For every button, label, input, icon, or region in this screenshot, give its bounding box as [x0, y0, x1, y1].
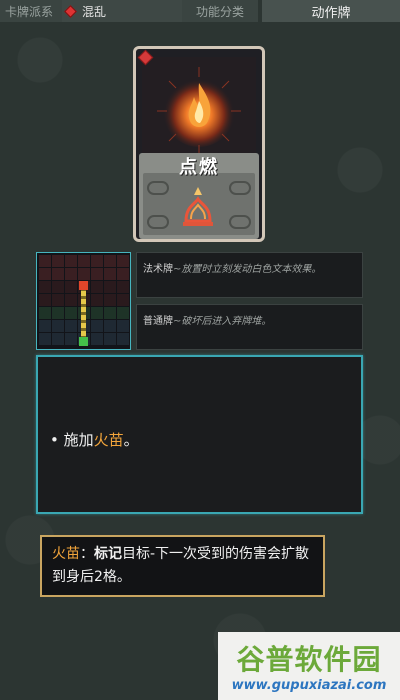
type-info-normal: 普通牌~破坏后进入弃牌堆。	[136, 304, 363, 350]
grid-cell	[117, 255, 129, 267]
grid-cell	[39, 268, 51, 280]
grid-cell	[78, 268, 90, 280]
grid-cell	[104, 320, 116, 332]
type-desc: ~破坏后进入弃牌堆。	[173, 316, 272, 327]
grid-cell	[91, 333, 103, 345]
grid-cell	[117, 294, 129, 306]
grid-cell	[104, 255, 116, 267]
type-info-spell: 法术牌~放置时立刻发动白色文本效果。	[136, 252, 363, 298]
grid-cell	[65, 268, 77, 280]
grid-cell	[104, 281, 116, 293]
grid-cell	[104, 268, 116, 280]
swirl-ornament-icon	[147, 215, 169, 229]
category-dropdown[interactable]: 动作牌	[262, 0, 400, 22]
keyword-tooltip: 火苗：标记目标-下一次受到的伤害会扩散到身后2格。	[40, 535, 325, 597]
grid-cell	[52, 255, 64, 267]
range-grid-panel	[36, 252, 131, 350]
grid-cell	[65, 255, 77, 267]
swirl-ornament-icon	[147, 181, 169, 195]
effect-text: • 施加火苗。	[50, 429, 139, 450]
card-title: 点燃	[179, 157, 219, 178]
bullet: •	[50, 431, 59, 449]
grid-cell	[104, 333, 116, 345]
category-value: 动作牌	[311, 5, 351, 21]
grid-cell	[39, 333, 51, 345]
type-desc: ~放置时立刻发动白色文本效果。	[173, 264, 322, 275]
grid-cell	[39, 255, 51, 267]
grid-cell	[117, 333, 129, 345]
grid-cell	[39, 294, 51, 306]
grid-cell	[39, 320, 51, 332]
faction-label: 卡牌派系	[0, 0, 62, 22]
grid-cell	[91, 307, 103, 319]
grid-cell	[117, 307, 129, 319]
grid-cell	[52, 294, 64, 306]
origin-marker-icon	[79, 337, 88, 346]
grid-cell	[52, 307, 64, 319]
grid-cell	[65, 294, 77, 306]
category-label: 功能分类	[182, 0, 258, 22]
grid-cell	[117, 320, 129, 332]
fire-rune-icon	[183, 187, 213, 226]
type-name: 普通牌	[143, 316, 173, 327]
grid-cell	[39, 281, 51, 293]
grid-cell	[91, 320, 103, 332]
target-marker-icon	[79, 281, 88, 290]
effect-keyword[interactable]: 火苗	[94, 431, 124, 449]
grid-cell	[52, 281, 64, 293]
grid-cell	[65, 281, 77, 293]
type-name: 法术牌	[143, 264, 173, 275]
grid-cell	[117, 281, 129, 293]
grid-cell	[91, 255, 103, 267]
grid-cell	[39, 307, 51, 319]
grid-cell	[52, 320, 64, 332]
faction-value: 混乱	[82, 4, 107, 19]
tooltip-tag: 标记	[94, 546, 122, 562]
card-artwork	[142, 57, 256, 153]
range-trail	[81, 283, 86, 339]
grid-cell	[52, 268, 64, 280]
grid-cell	[91, 281, 103, 293]
tooltip-keyword: 火苗	[52, 546, 80, 562]
grid-cell	[91, 294, 103, 306]
grid-cell	[117, 268, 129, 280]
grid-cell	[78, 255, 90, 267]
grid-cell	[91, 268, 103, 280]
grid-cell	[65, 307, 77, 319]
grid-cell	[65, 320, 77, 332]
grid-cell	[104, 294, 116, 306]
watermark-url: www.gupuxiazai.com	[231, 678, 387, 693]
card-effect-panel: • 施加火苗。	[36, 355, 363, 514]
card-preview[interactable]: 点燃	[133, 46, 265, 242]
chaos-gem-icon	[64, 4, 77, 18]
effect-prefix: 施加	[63, 431, 94, 449]
grid-cell	[52, 333, 64, 345]
swirl-ornament-icon	[229, 181, 251, 195]
watermark-brand: 谷普软件园	[236, 643, 382, 676]
tooltip-colon: ：	[80, 546, 94, 562]
fire-icon	[157, 67, 241, 153]
grid-cell	[104, 307, 116, 319]
site-watermark: 谷普软件园 www.gupuxiazai.com	[218, 632, 400, 700]
filter-bar: 卡牌派系 混乱 功能分类 动作牌	[0, 0, 400, 22]
effect-suffix: 。	[123, 431, 139, 449]
grid-cell	[65, 333, 77, 345]
swirl-ornament-icon	[229, 215, 251, 229]
faction-dropdown[interactable]: 混乱	[62, 0, 182, 22]
